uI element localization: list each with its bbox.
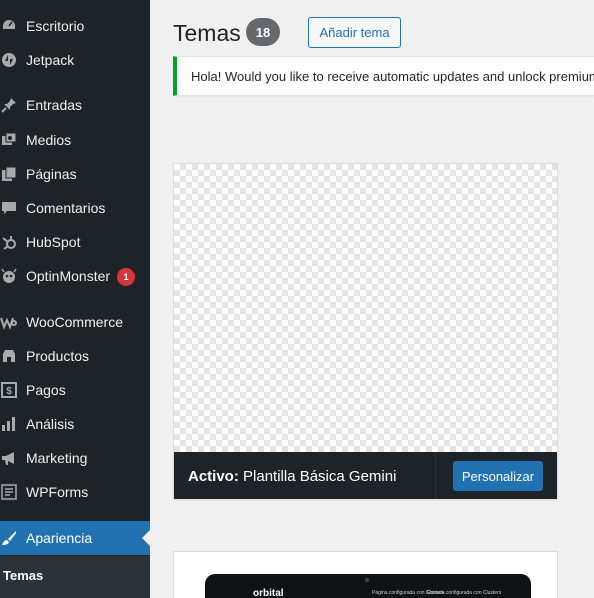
sidebar-item-label: HubSpot bbox=[26, 234, 81, 250]
sidebar-item-productos[interactable]: Productos bbox=[0, 339, 150, 373]
megaphone-icon bbox=[0, 449, 18, 467]
sidebar-item-label: Jetpack bbox=[26, 52, 75, 68]
customize-button[interactable]: Personalizar bbox=[453, 461, 543, 491]
notice-text: Hola! Would you like to receive automati… bbox=[191, 69, 594, 84]
sidebar-item-label: Apariencia bbox=[26, 530, 93, 546]
sidebar-item-optinmonster[interactable]: OptinMonster 1 bbox=[0, 259, 150, 293]
sidebar-item-label: Entradas bbox=[26, 97, 83, 113]
active-label: Activo: bbox=[188, 468, 239, 485]
pages-icon bbox=[0, 165, 18, 183]
active-indicator bbox=[142, 530, 150, 546]
update-notice: Hola! Would you like to receive automati… bbox=[173, 56, 594, 96]
theme-screenshot[interactable]: orbital Página configurada con Clusters … bbox=[205, 574, 531, 598]
jetpack-icon bbox=[0, 51, 18, 69]
page-title: Temas bbox=[173, 20, 241, 46]
add-theme-button[interactable]: Añadir tema bbox=[308, 17, 401, 48]
sidebar-submenu: Temas bbox=[0, 556, 150, 598]
sidebar-item-wpforms[interactable]: WPForms bbox=[0, 475, 150, 509]
divider bbox=[435, 452, 436, 499]
sidebar-item-paginas[interactable]: Páginas bbox=[0, 157, 150, 191]
theme-preview-logo: orbital bbox=[253, 588, 284, 598]
sidebar-item-label: WPForms bbox=[26, 484, 89, 500]
sidebar-item-label: Marketing bbox=[26, 450, 88, 466]
active-theme-card[interactable]: Activo: Plantilla Básica Gemini Personal… bbox=[173, 163, 558, 500]
sidebar-item-label: OptinMonster bbox=[26, 268, 111, 284]
submenu-item-temas[interactable]: Temas bbox=[3, 568, 43, 583]
sidebar-item-label: Comentarios bbox=[26, 200, 106, 216]
svg-text:$: $ bbox=[6, 386, 12, 397]
sidebar-item-analisis[interactable]: Análisis bbox=[0, 407, 150, 441]
sidebar-item-label: WooCommerce bbox=[26, 314, 123, 330]
admin-sidebar: Escritorio Jetpack Entradas Medios Págin… bbox=[0, 0, 150, 598]
comment-icon bbox=[0, 199, 18, 217]
theme-count-badge: 18 bbox=[246, 18, 280, 46]
dashboard-icon bbox=[0, 17, 18, 35]
pin-icon bbox=[0, 96, 18, 114]
sidebar-item-label: Productos bbox=[26, 348, 90, 364]
hubspot-icon bbox=[0, 233, 18, 251]
sidebar-item-entradas[interactable]: Entradas bbox=[0, 88, 150, 122]
woocommerce-icon bbox=[0, 313, 18, 331]
theme-preview-nav-item: Entrada configurada con Clusters bbox=[427, 590, 502, 596]
media-icon bbox=[0, 131, 18, 149]
sidebar-item-hubspot[interactable]: HubSpot bbox=[0, 225, 150, 259]
sidebar-item-pagos[interactable]: $ Pagos bbox=[0, 373, 150, 407]
sidebar-item-escritorio[interactable]: Escritorio bbox=[0, 9, 150, 43]
optinmonster-icon bbox=[0, 267, 18, 285]
sidebar-item-label: Medios bbox=[26, 132, 72, 148]
sidebar-item-comentarios[interactable]: Comentarios bbox=[0, 191, 150, 225]
analytics-icon bbox=[0, 415, 18, 433]
sidebar-item-label: Páginas bbox=[26, 166, 77, 182]
sidebar-item-label: Análisis bbox=[26, 416, 75, 432]
sidebar-item-woocommerce[interactable]: WooCommerce bbox=[0, 305, 150, 339]
theme-name-text: Plantilla Básica Gemini bbox=[243, 468, 397, 485]
sidebar-item-medios[interactable]: Medios bbox=[0, 123, 150, 157]
products-icon bbox=[0, 347, 18, 365]
theme-card[interactable]: orbital Página configurada con Clusters … bbox=[173, 551, 558, 598]
sidebar-item-jetpack[interactable]: Jetpack bbox=[0, 43, 150, 77]
sidebar-item-marketing[interactable]: Marketing bbox=[0, 441, 150, 475]
wpforms-icon bbox=[0, 483, 18, 501]
sidebar-item-apariencia[interactable]: Apariencia bbox=[0, 521, 150, 555]
theme-screenshot[interactable] bbox=[174, 164, 557, 452]
sidebar-item-label: Escritorio bbox=[26, 18, 85, 34]
brush-icon bbox=[0, 529, 18, 547]
theme-name: Activo: Plantilla Básica Gemini bbox=[188, 468, 396, 485]
payments-icon: $ bbox=[0, 381, 18, 399]
theme-name-bar: Activo: Plantilla Básica Gemini Personal… bbox=[174, 452, 557, 499]
notification-badge: 1 bbox=[117, 268, 135, 286]
sidebar-item-label: Pagos bbox=[26, 382, 66, 398]
camera-dot bbox=[365, 578, 369, 582]
